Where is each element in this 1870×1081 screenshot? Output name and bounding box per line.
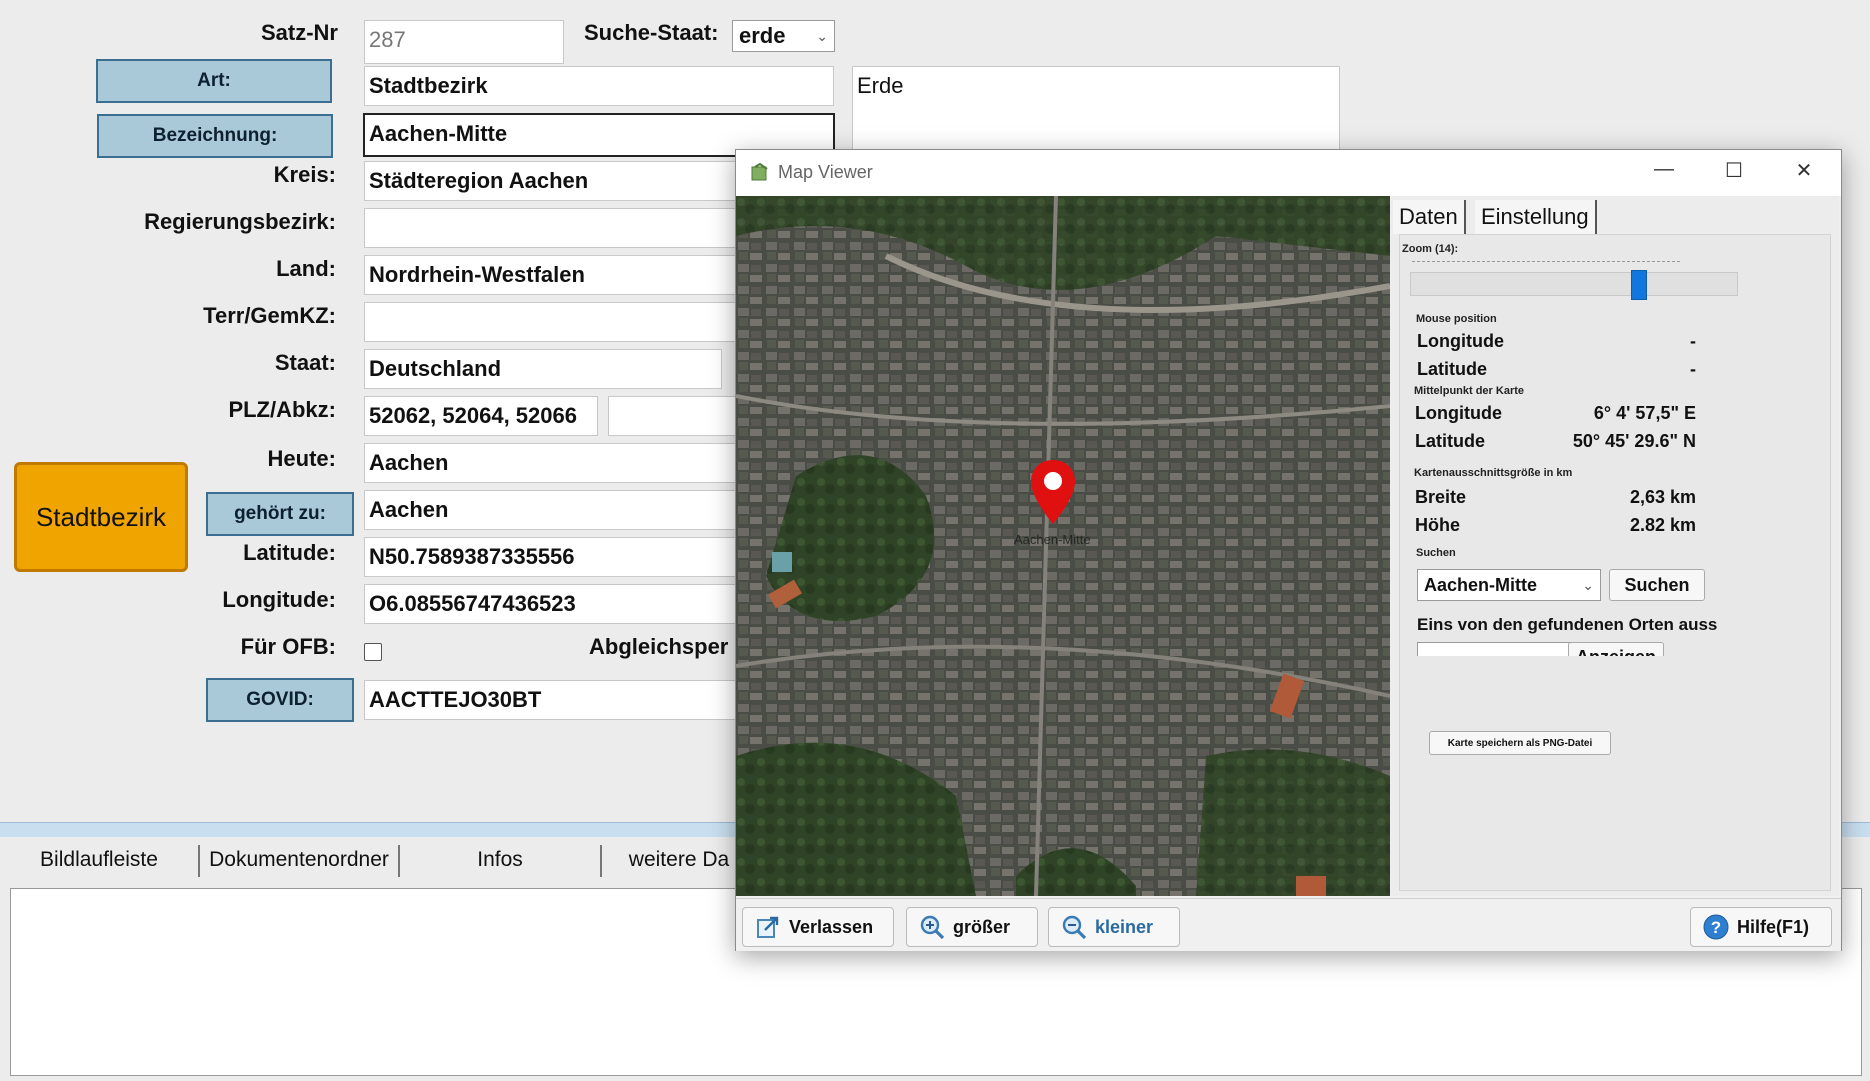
breite-value: 2,63 km bbox=[1629, 487, 1696, 507]
art-button[interactable]: Art: bbox=[96, 59, 332, 103]
groesser-button[interactable]: größer bbox=[906, 907, 1038, 947]
regierungsbezirk-label: Regierungsbezirk: bbox=[144, 209, 336, 234]
hilfe-label: Hilfe(F1) bbox=[1737, 916, 1809, 937]
map-marker-label: Aachen-Mitte bbox=[1014, 532, 1091, 547]
hoehe-label: Höhe bbox=[1415, 515, 1460, 535]
latitude-input[interactable]: N50.7589387335556 bbox=[364, 537, 744, 577]
latitude-label: Latitude: bbox=[243, 540, 336, 565]
mouse-latitude-label: Latitude bbox=[1417, 359, 1487, 379]
map-marker-icon[interactable] bbox=[1029, 458, 1077, 526]
map-viewer-footer: Verlassen größer kleiner ? Hilfe(F1) bbox=[736, 898, 1841, 951]
help-icon: ? bbox=[1703, 914, 1729, 940]
chevron-down-icon: ⌄ bbox=[1582, 576, 1594, 593]
center-longitude-label: Longitude bbox=[1415, 403, 1502, 423]
govid-input[interactable]: AACTTEJO30BT bbox=[364, 680, 744, 720]
found-places-clip: ⌄ Anzeigen bbox=[1410, 640, 1730, 656]
center-latitude-label: Latitude bbox=[1415, 431, 1485, 451]
zoom-out-icon bbox=[1062, 915, 1087, 940]
suchen-label: Suchen bbox=[1416, 547, 1456, 559]
zoom-slider-thumb[interactable] bbox=[1631, 270, 1647, 300]
tab-daten[interactable]: Daten bbox=[1393, 200, 1466, 234]
tab-dokumentenordner[interactable]: Dokumentenordner bbox=[200, 845, 400, 877]
groesser-label: größer bbox=[953, 916, 1011, 937]
gehoert-zu-input[interactable]: Aachen bbox=[364, 490, 744, 530]
found-places-label: Eins von den gefundenen Orten auss bbox=[1417, 615, 1718, 634]
terr-gemkz-input[interactable] bbox=[364, 302, 744, 342]
kreis-input[interactable]: Städteregion Aachen bbox=[364, 161, 744, 201]
zoom-in-icon bbox=[920, 915, 945, 940]
search-select[interactable]: Aachen-Mitte ⌄ bbox=[1417, 569, 1601, 601]
longitude-input[interactable]: O6.08556747436523 bbox=[364, 584, 744, 624]
tab-weitere[interactable]: weitere Da bbox=[604, 845, 754, 877]
mouse-position-label: Mouse position bbox=[1416, 313, 1497, 325]
land-label: Land: bbox=[276, 256, 336, 281]
map-viewer-title: Map Viewer bbox=[778, 162, 873, 182]
satellite-map[interactable]: Aachen-Mitte bbox=[736, 196, 1390, 896]
tab-bildlaufleiste[interactable]: Bildlaufleiste bbox=[0, 845, 200, 877]
zoom-label: Zoom (14): bbox=[1402, 243, 1459, 255]
size-label: Kartenausschnittsgröße in km bbox=[1414, 467, 1573, 479]
center-longitude-value: 6° 4' 57,5" E bbox=[1593, 403, 1696, 423]
minimize-icon[interactable]: — bbox=[1644, 158, 1684, 181]
kleiner-label: kleiner bbox=[1095, 916, 1154, 937]
exit-icon bbox=[757, 916, 779, 938]
regierungsbezirk-input[interactable] bbox=[364, 208, 744, 248]
map-viewer-window: Map Viewer — ☐ ✕ Aachen-Mitte Daten Eins… bbox=[735, 149, 1842, 951]
abgleichsper-label: Abgleichsper bbox=[589, 634, 729, 659]
search-select-value: Aachen-Mitte bbox=[1424, 574, 1538, 595]
verlassen-label: Verlassen bbox=[789, 916, 874, 937]
terr-gemkz-label: Terr/GemKZ: bbox=[203, 303, 336, 328]
zoom-ticks bbox=[1412, 261, 1680, 268]
map-app-icon bbox=[751, 163, 768, 181]
map-viewer-titlebar: Map Viewer — ☐ ✕ bbox=[736, 150, 1841, 196]
stadtbezirk-sign-text: Stadtbezirk bbox=[35, 501, 167, 532]
daten-pane: Zoom (14): Mouse position Longitude - La… bbox=[1399, 234, 1831, 891]
breite-label: Breite bbox=[1415, 487, 1467, 507]
plz-input-2[interactable] bbox=[608, 396, 748, 436]
svg-text:?: ? bbox=[1711, 918, 1721, 937]
maximize-icon[interactable]: ☐ bbox=[1714, 158, 1754, 183]
heute-input[interactable]: Aachen bbox=[364, 443, 744, 483]
hoehe-value: 2.82 km bbox=[1629, 515, 1696, 535]
staat-label: Staat: bbox=[274, 350, 336, 375]
close-icon[interactable]: ✕ bbox=[1784, 158, 1824, 183]
mouse-latitude-value: - bbox=[1690, 359, 1696, 379]
govid-button[interactable]: GOVID: bbox=[206, 678, 354, 722]
kleiner-button[interactable]: kleiner bbox=[1048, 907, 1180, 947]
hilfe-button[interactable]: ? Hilfe(F1) bbox=[1690, 907, 1832, 947]
center-latitude-value: 50° 45' 29.6" N bbox=[1572, 431, 1696, 451]
longitude-label: Longitude: bbox=[222, 587, 336, 612]
save-png-button[interactable]: Karte speichern als PNG-Datei bbox=[1429, 731, 1611, 755]
tab-einstellung[interactable]: Einstellung bbox=[1475, 200, 1597, 234]
map-side-panel: Daten Einstellung Zoom (14): Mouse posit… bbox=[1391, 196, 1839, 896]
chevron-down-icon: ⌄ bbox=[816, 27, 828, 44]
center-label: Mittelpunkt der Karte bbox=[1414, 385, 1525, 397]
fuer-ofb-label: Für OFB: bbox=[240, 634, 336, 659]
suchen-button[interactable]: Suchen bbox=[1609, 569, 1705, 601]
suche-staat-select[interactable]: erde ⌄ bbox=[732, 20, 835, 52]
suche-staat-value: erde bbox=[739, 23, 786, 48]
verlassen-button[interactable]: Verlassen bbox=[742, 907, 894, 947]
satz-nr-label: Satz-Nr bbox=[260, 20, 338, 45]
suche-staat-label: Suche-Staat: bbox=[584, 20, 719, 45]
plz-label: PLZ/Abkz: bbox=[228, 397, 336, 422]
kreis-label: Kreis: bbox=[273, 162, 336, 187]
mouse-longitude-label: Longitude bbox=[1417, 331, 1504, 351]
plz-input[interactable]: 52062, 52064, 52066 bbox=[364, 396, 598, 436]
tab-infos[interactable]: Infos bbox=[400, 845, 602, 877]
mouse-longitude-value: - bbox=[1690, 331, 1696, 351]
satz-nr-input[interactable]: 287 bbox=[364, 20, 564, 64]
fuer-ofb-checkbox[interactable] bbox=[364, 643, 382, 661]
found-places-select[interactable]: ⌄ bbox=[1417, 642, 1585, 656]
zoom-slider[interactable] bbox=[1410, 270, 1738, 300]
art-input[interactable]: Stadtbezirk bbox=[364, 66, 834, 106]
bezeichnung-button[interactable]: Bezeichnung: bbox=[97, 114, 333, 158]
land-input[interactable]: Nordrhein-Westfalen bbox=[364, 255, 744, 295]
gehoert-zu-button[interactable]: gehört zu: bbox=[206, 492, 354, 536]
staat-input[interactable]: Deutschland bbox=[364, 349, 722, 389]
anzeigen-button[interactable]: Anzeigen bbox=[1568, 642, 1664, 656]
